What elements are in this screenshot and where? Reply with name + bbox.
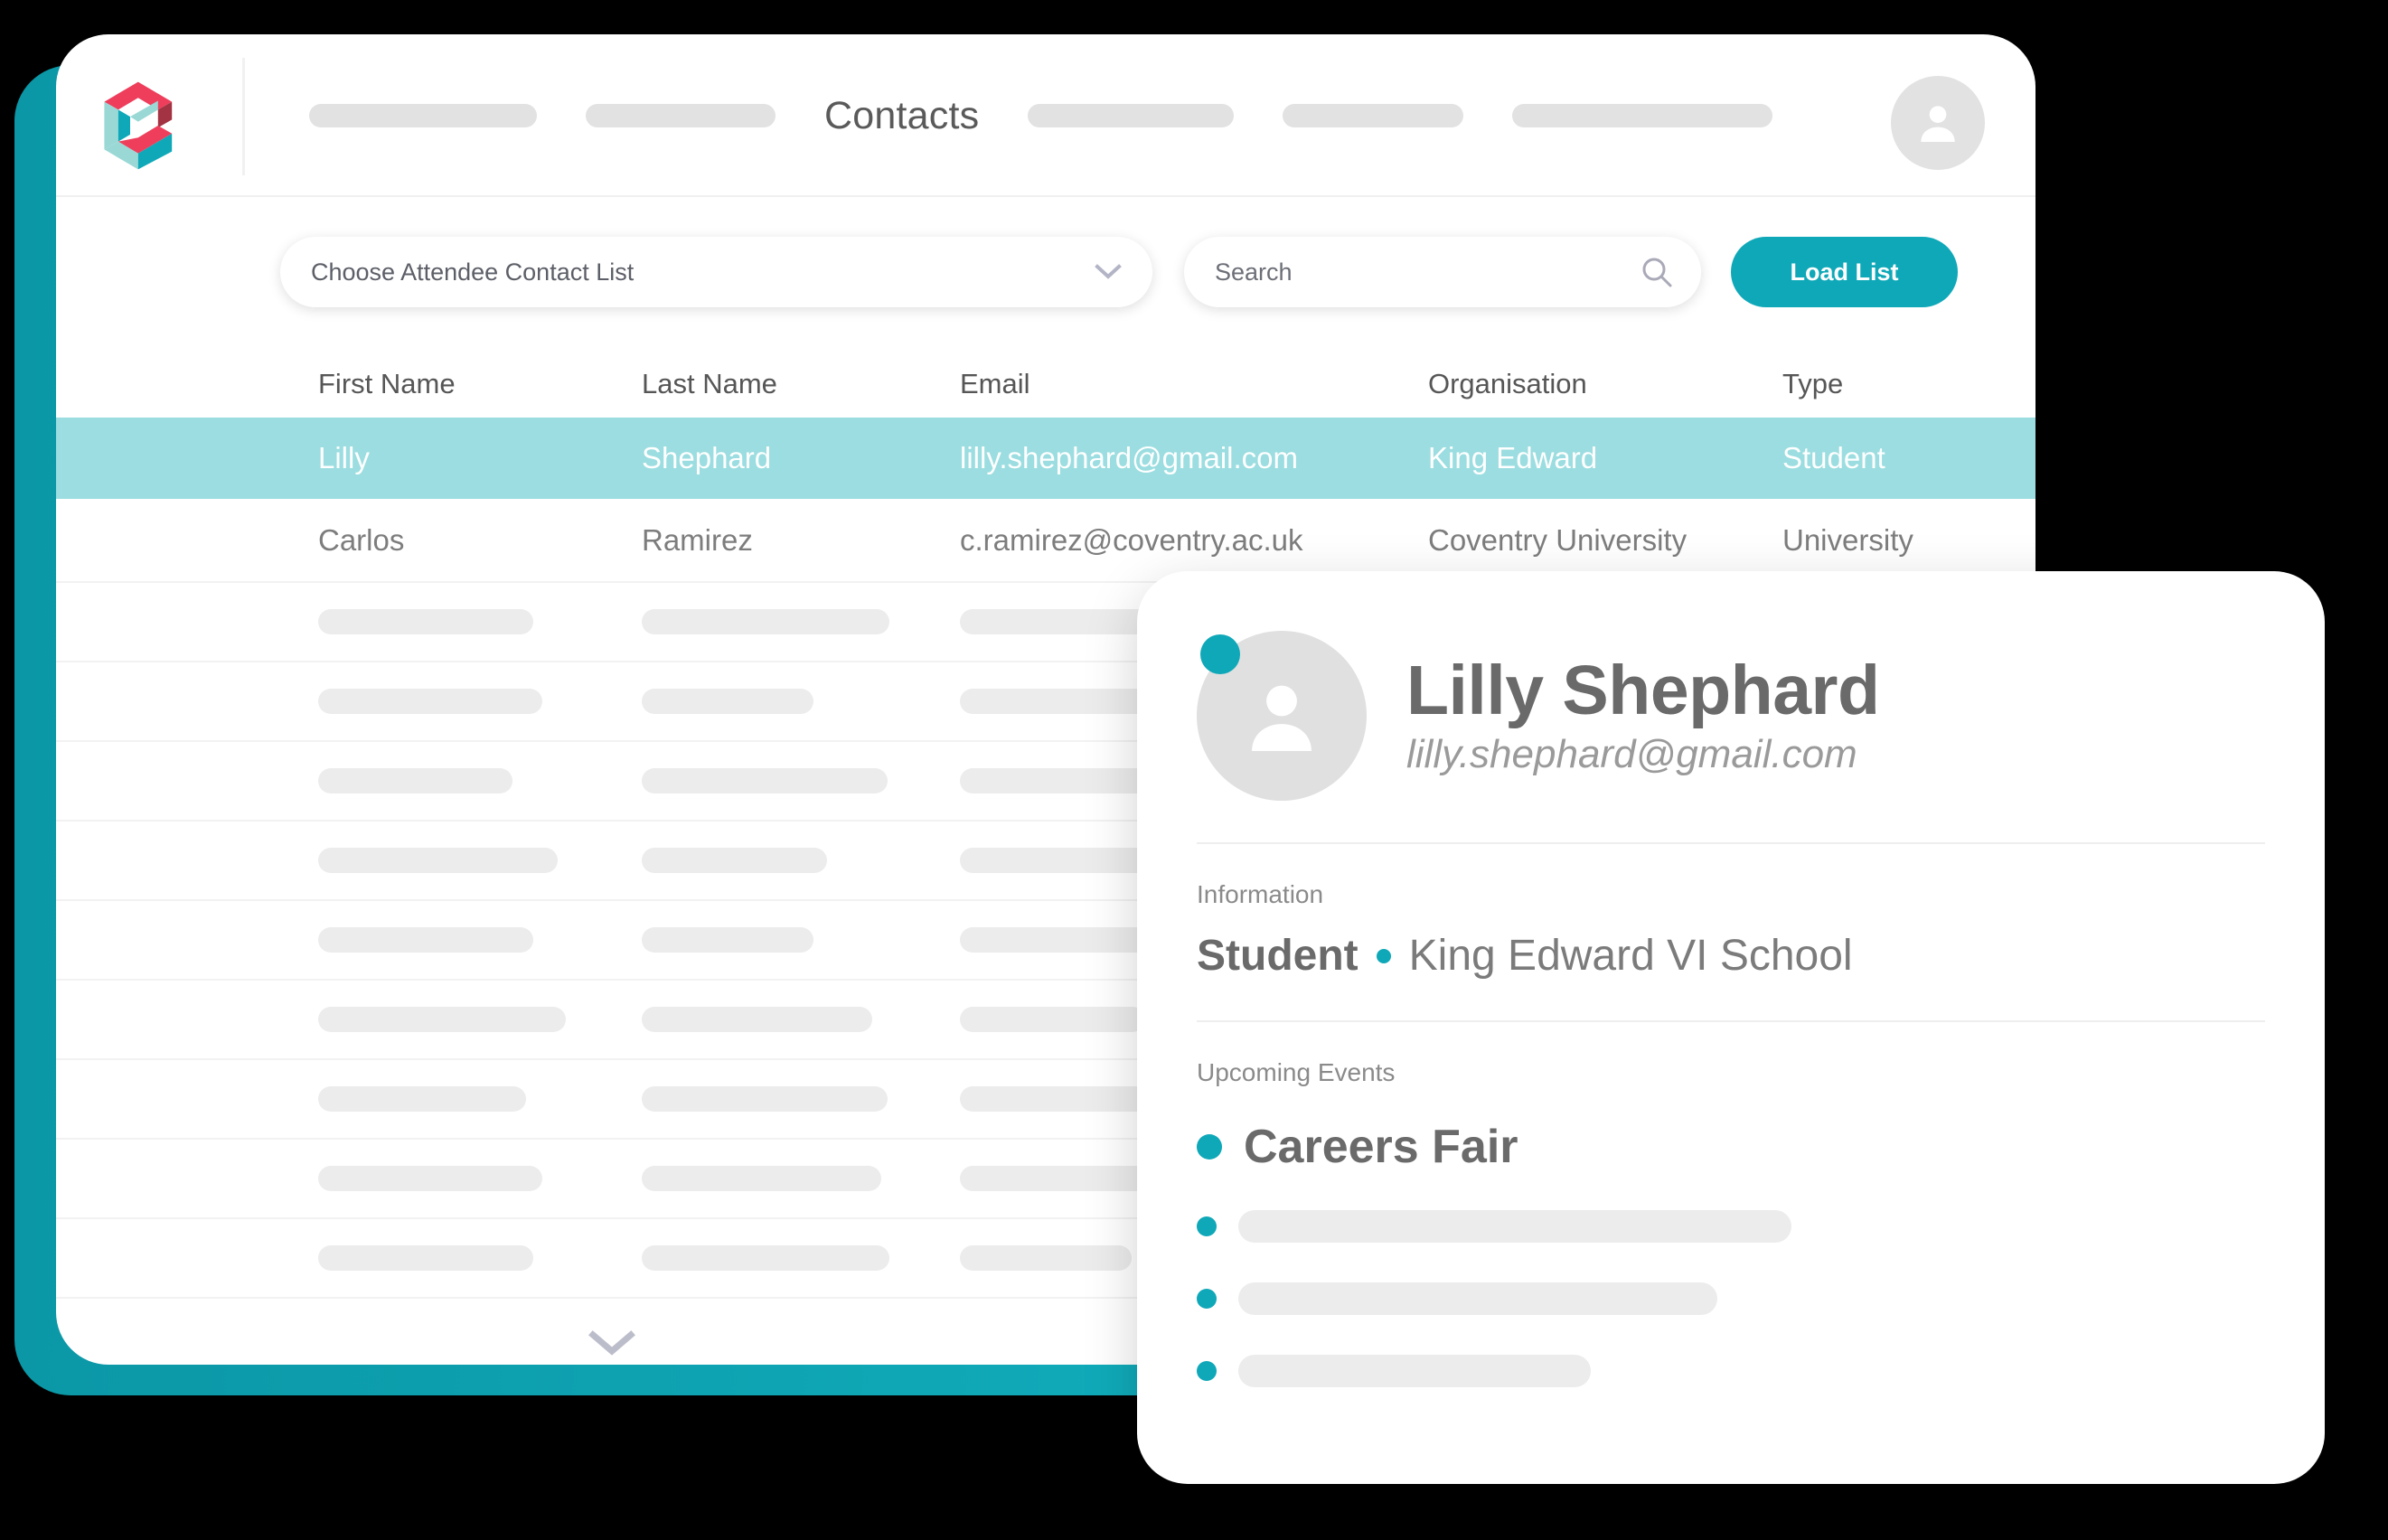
skeleton-bar — [642, 1086, 888, 1112]
cell-organisation: Coventry University — [1428, 522, 1688, 557]
skeleton-bar — [960, 1086, 1154, 1112]
navbar-divider — [242, 58, 245, 175]
nav-item-placeholder-1[interactable] — [309, 104, 537, 127]
contact-identity: Lilly Shephard lilly.shephard@gmail.com — [1406, 651, 1880, 778]
cell-last-name: Shephard — [642, 441, 772, 474]
user-avatar[interactable] — [1891, 76, 1985, 170]
table-row[interactable]: Lilly Shephard lilly.shephard@gmail.com … — [56, 418, 2035, 499]
column-header-last-name[interactable]: Last Name — [642, 368, 960, 400]
contact-type: Student — [1197, 932, 1359, 980]
cell-organisation: King Edward — [1428, 441, 1598, 474]
information-section-label: Information — [1197, 880, 1324, 908]
skeleton-bar — [318, 609, 533, 634]
skeleton-bar — [318, 689, 542, 714]
search-input[interactable]: Search — [1215, 258, 1293, 286]
cell-type: Student — [1782, 441, 1885, 474]
column-header-type[interactable]: Type — [1782, 368, 2035, 400]
search-icon[interactable] — [1640, 255, 1674, 289]
event-item-skeleton — [1197, 1263, 2265, 1335]
skeleton-bar — [642, 609, 889, 634]
event-item-skeleton — [1197, 1335, 2265, 1407]
contact-organisation: King Edward VI School — [1408, 932, 1853, 980]
skeleton-bar — [1238, 1210, 1791, 1243]
online-status-indicator — [1200, 634, 1240, 674]
nav-item-contacts[interactable]: Contacts — [824, 94, 979, 138]
skeleton-bar — [960, 1245, 1132, 1271]
contact-detail-card: Lilly Shephard lilly.shephard@gmail.com … — [1137, 571, 2325, 1484]
person-icon — [1921, 106, 1955, 142]
screenshot-stage: Contacts Choose Attendee Contact List Se… — [0, 0, 2388, 1540]
skeleton-bar — [318, 1086, 526, 1112]
cell-email: lilly.shephard@gmail.com — [960, 441, 1299, 474]
table-header-row: First Name Last Name Email Organisation … — [56, 351, 2035, 418]
skeleton-bar — [642, 848, 827, 873]
cell-last-name: Ramirez — [642, 522, 753, 557]
skeleton-bar — [642, 1166, 881, 1191]
person-icon — [1252, 685, 1312, 751]
skeleton-bar — [642, 927, 813, 953]
nav-item-placeholder-4[interactable] — [1283, 104, 1464, 127]
bullet-icon — [1197, 1361, 1217, 1381]
contact-name: Lilly Shephard — [1406, 651, 1880, 729]
bullet-icon — [1197, 1289, 1217, 1309]
nav-item-placeholder-2[interactable] — [586, 104, 776, 127]
event-title: Careers Fair — [1244, 1121, 1518, 1173]
chevron-down-icon — [1095, 264, 1122, 280]
skeleton-bar — [318, 768, 512, 793]
column-header-organisation[interactable]: Organisation — [1428, 368, 1782, 400]
toolbar: Choose Attendee Contact List Search Load… — [56, 197, 2035, 334]
chevron-down-icon — [588, 1329, 635, 1357]
bullet-icon — [1197, 1134, 1222, 1160]
skeleton-bar — [1238, 1282, 1717, 1315]
contact-detail-header: Lilly Shephard lilly.shephard@gmail.com — [1197, 631, 2265, 842]
skeleton-bar — [960, 1007, 1145, 1032]
information-value-row: Student King Edward VI School — [1197, 909, 2265, 1020]
event-item[interactable]: Careers Fair — [1197, 1087, 2265, 1190]
event-item-skeleton — [1197, 1190, 2265, 1263]
skeleton-bar — [1238, 1355, 1591, 1387]
cell-email: c.ramirez@coventry.ac.uk — [960, 522, 1303, 557]
skeleton-bar — [318, 1166, 542, 1191]
contact-email[interactable]: lilly.shephard@gmail.com — [1406, 732, 1880, 777]
cell-type: University — [1782, 522, 1913, 557]
navbar-items: Contacts — [309, 34, 1828, 197]
load-list-button[interactable]: Load List — [1731, 237, 1958, 307]
column-header-first-name[interactable]: First Name — [318, 368, 642, 400]
skeleton-bar — [318, 927, 533, 953]
contact-avatar-wrapper — [1197, 631, 1367, 801]
nav-item-placeholder-5[interactable] — [1512, 104, 1773, 127]
skeleton-bar — [318, 1007, 566, 1032]
contact-list-select[interactable]: Choose Attendee Contact List — [280, 237, 1152, 307]
bullet-icon — [1197, 1216, 1217, 1236]
cell-first-name: Lilly — [318, 441, 370, 474]
app-logo-icon[interactable] — [90, 76, 190, 175]
skeleton-bar — [642, 689, 813, 714]
bullet-separator-icon — [1376, 948, 1391, 963]
skeleton-bar — [642, 1007, 872, 1032]
skeleton-bar — [642, 768, 888, 793]
search-field[interactable]: Search — [1184, 237, 1701, 307]
contact-list-select-label: Choose Attendee Contact List — [311, 258, 635, 286]
top-navbar: Contacts — [56, 34, 2035, 197]
upcoming-events-section-label: Upcoming Events — [1197, 1058, 1396, 1086]
cell-first-name: Carlos — [318, 522, 405, 557]
nav-item-placeholder-3[interactable] — [1028, 104, 1235, 127]
skeleton-bar — [318, 1245, 533, 1271]
skeleton-bar — [318, 848, 558, 873]
skeleton-bar — [642, 1245, 889, 1271]
column-header-email[interactable]: Email — [960, 368, 1428, 400]
